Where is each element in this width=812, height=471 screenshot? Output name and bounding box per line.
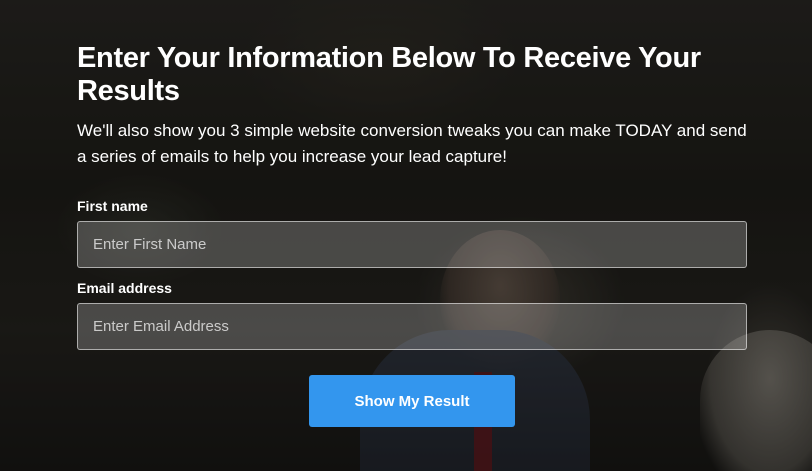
show-my-result-button[interactable]: Show My Result bbox=[309, 375, 515, 427]
page-subtitle: We'll also show you 3 simple website con… bbox=[77, 121, 747, 166]
page: Enter Your Information Below To Receive … bbox=[0, 0, 812, 471]
email-label: Email address bbox=[77, 280, 172, 296]
email-field[interactable] bbox=[77, 303, 747, 350]
lead-form-section: Enter Your Information Below To Receive … bbox=[77, 42, 747, 427]
page-title: Enter Your Information Below To Receive … bbox=[77, 42, 701, 107]
first-name-label: First name bbox=[77, 198, 148, 214]
first-name-field[interactable] bbox=[77, 221, 747, 268]
